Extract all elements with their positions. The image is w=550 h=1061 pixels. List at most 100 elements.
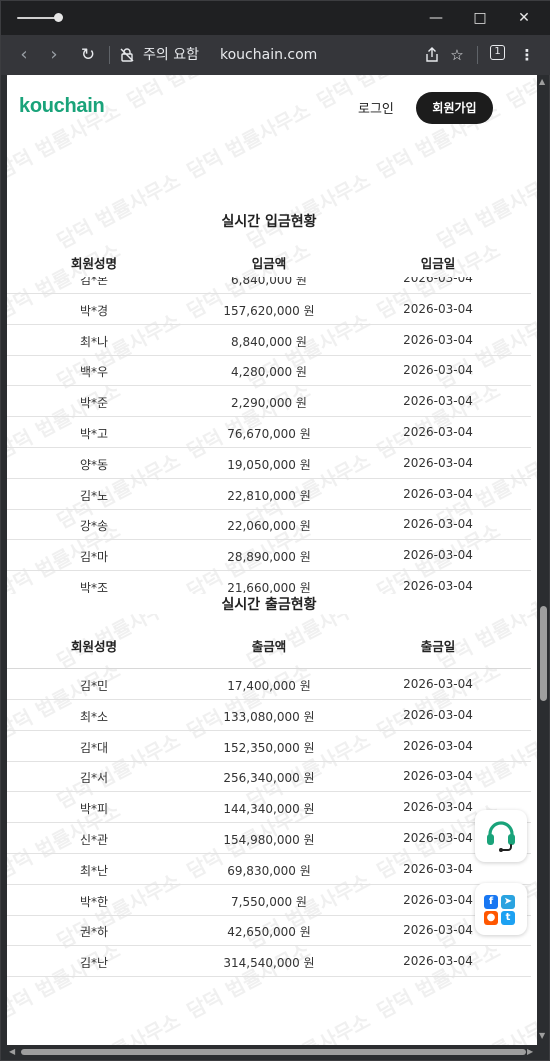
withdrawal-table-header: 회원성명 출금액 출금일 xyxy=(7,630,531,660)
row-name: 최*나 xyxy=(79,334,109,349)
address-toolbar: ‹ › ↻ 주의 요함 kouchain.com ☆ ⋮ xyxy=(1,35,550,75)
social-widget[interactable]: f ➤ ● t xyxy=(475,883,527,935)
row-date: 2026-03-04 xyxy=(403,800,473,815)
vertical-scroll-thumb[interactable] xyxy=(540,606,547,701)
table-row: 김*노 22,810,000 원 2026-03-04 xyxy=(7,479,531,510)
row-amount: 76,670,000 원 xyxy=(227,427,311,441)
facebook-icon[interactable]: f xyxy=(484,895,498,909)
menu-icon[interactable]: ⋮ xyxy=(516,44,538,66)
row-amount: 21,660,000 원 xyxy=(227,581,311,593)
table-row: 박*고 76,670,000 원 2026-03-04 xyxy=(7,417,531,448)
row-name: 김*서 xyxy=(79,771,109,786)
reddit-icon[interactable]: ● xyxy=(484,911,498,925)
table-row: 박*조 21,660,000 원 2026-03-04 xyxy=(7,571,531,593)
table-row: 박*피 144,340,000 원 2026-03-04 xyxy=(7,792,531,824)
title-bar: — □ ✕ xyxy=(1,1,550,35)
row-date: 2026-03-04 xyxy=(403,738,473,753)
table-row: 최*소 133,080,000 원 2026-03-04 xyxy=(7,700,531,731)
deposit-table-body[interactable]: 김*본 6,840,000 원 2026-03-04 박*경 157,620,000 원… xyxy=(7,277,531,593)
headset-icon xyxy=(487,821,515,852)
table-row: 김*서 256,340,000 원 2026-03-04 xyxy=(7,761,531,793)
withdrawal-table-body[interactable]: 김*민 17,400,000 원 2026-03-04 최*소 133,080,000 … xyxy=(7,669,531,979)
tab-count-badge[interactable]: 1 xyxy=(490,45,505,60)
share-icon[interactable] xyxy=(424,46,440,64)
minimize-icon[interactable]: — xyxy=(427,9,445,27)
row-amount: 2,290,000 원 xyxy=(231,396,307,411)
scroll-right-icon[interactable]: ▶ xyxy=(527,1047,533,1057)
toolbar-divider xyxy=(109,46,110,64)
row-amount: 154,980,000 원 xyxy=(223,833,315,847)
row-name: 박*조 xyxy=(79,581,109,593)
row-name: 박*한 xyxy=(79,894,109,909)
row-amount: 133,080,000 원 xyxy=(223,709,315,724)
row-amount: 22,810,000 원 xyxy=(227,488,311,503)
address-url[interactable]: kouchain.com xyxy=(220,45,317,65)
bookmark-icon[interactable]: ☆ xyxy=(446,44,468,66)
row-amount: 17,400,000 원 xyxy=(227,679,311,693)
row-amount: 42,650,000 원 xyxy=(227,925,311,940)
table-row: 김*난 314,540,000 원 2026-03-04 xyxy=(7,946,531,978)
not-secure-icon[interactable] xyxy=(119,47,135,63)
table-row: 최*나 8,840,000 원 2026-03-04 xyxy=(7,325,531,356)
page-viewport: 담덕 법률사무소 담덕 법률사무소 담덕 법률사무소 담덕 법률사무소 담덕 법률사무소… xyxy=(7,75,537,1045)
toolbar-divider xyxy=(477,46,478,64)
telegram-icon[interactable]: ➤ xyxy=(501,895,515,909)
row-name: 최*난 xyxy=(79,863,109,878)
scroll-up-icon[interactable]: ▲ xyxy=(539,77,545,87)
row-date: 2026-03-04 xyxy=(403,277,473,285)
row-name: 박*피 xyxy=(79,802,109,817)
security-warning[interactable]: 주의 요함 xyxy=(143,45,199,65)
close-icon[interactable]: ✕ xyxy=(515,9,533,27)
row-amount: 28,890,000 원 xyxy=(227,550,311,565)
row-amount: 314,540,000 원 xyxy=(223,956,315,971)
row-name: 김*난 xyxy=(79,956,109,971)
deposit-col-name: 회원성명 xyxy=(70,256,118,271)
table-row: 강*송 22,060,000 원 2026-03-04 xyxy=(7,509,531,541)
forward-icon[interactable]: › xyxy=(43,44,65,66)
signup-button[interactable]: 회원가입 xyxy=(416,92,493,124)
watermark-text: 담덕 법률사무소 xyxy=(432,168,537,254)
row-date: 2026-03-04 xyxy=(403,425,473,439)
scroll-down-icon[interactable]: ▼ xyxy=(539,1031,545,1041)
browser-window: — □ ✕ ‹ › ↻ 주의 요함 kouchain.com ☆ ⋮ 1 담덕 … xyxy=(0,0,550,1061)
table-row: 김*마 28,890,000 원 2026-03-04 xyxy=(7,540,531,572)
row-date: 2026-03-04 xyxy=(403,332,473,347)
scroll-left-icon[interactable]: ◀ xyxy=(9,1047,15,1057)
site-header: kouchain 로그인 회원가입 xyxy=(7,75,537,139)
row-date: 2026-03-04 xyxy=(403,486,473,501)
back-icon[interactable]: ‹ xyxy=(13,44,35,66)
tab-search-knob[interactable] xyxy=(54,13,63,22)
horizontal-scrollbar[interactable]: ◀ ▶ xyxy=(7,1045,537,1059)
horizontal-scroll-thumb[interactable] xyxy=(21,1049,526,1055)
row-date: 2026-03-04 xyxy=(403,301,473,316)
reload-icon[interactable]: ↻ xyxy=(77,44,99,66)
row-date: 2026-03-04 xyxy=(403,707,473,722)
row-name: 김*대 xyxy=(79,740,109,755)
twitter-icon[interactable]: t xyxy=(501,911,515,925)
row-amount: 4,280,000 원 xyxy=(231,365,307,380)
row-name: 박*경 xyxy=(79,303,109,318)
login-link[interactable]: 로그인 xyxy=(358,98,394,117)
withdrawal-col-amount: 출금액 xyxy=(251,639,287,654)
row-name: 신*관 xyxy=(79,833,109,847)
row-date: 2026-03-04 xyxy=(403,831,473,845)
row-name: 권*하 xyxy=(79,925,109,940)
row-name: 김*마 xyxy=(79,550,109,565)
withdrawal-col-name: 회원성명 xyxy=(70,639,118,654)
support-widget[interactable] xyxy=(475,810,527,862)
row-amount: 144,340,000 원 xyxy=(223,802,315,817)
row-amount: 6,840,000 원 xyxy=(231,277,307,287)
deposit-col-date: 입금일 xyxy=(420,256,456,271)
vertical-scrollbar[interactable]: ▲ ▼ xyxy=(537,75,549,1045)
table-row: 박*준 2,290,000 원 2026-03-04 xyxy=(7,386,531,418)
row-date: 2026-03-04 xyxy=(403,548,473,563)
deposit-section-title: 실시간 입금현황 xyxy=(221,214,317,230)
table-row: 김*본 6,840,000 원 2026-03-04 xyxy=(7,277,531,294)
table-row: 권*하 42,650,000 원 2026-03-04 xyxy=(7,915,531,947)
table-row: 신*관 154,980,000 원 2026-03-04 xyxy=(7,823,531,854)
row-name: 박*고 xyxy=(79,427,109,441)
table-row: 백*우 4,280,000 원 2026-03-04 xyxy=(7,355,531,387)
maximize-icon[interactable]: □ xyxy=(471,9,489,27)
site-logo[interactable]: kouchain xyxy=(19,95,105,118)
table-row: 박*한 7,550,000 원 2026-03-04 xyxy=(7,885,531,916)
